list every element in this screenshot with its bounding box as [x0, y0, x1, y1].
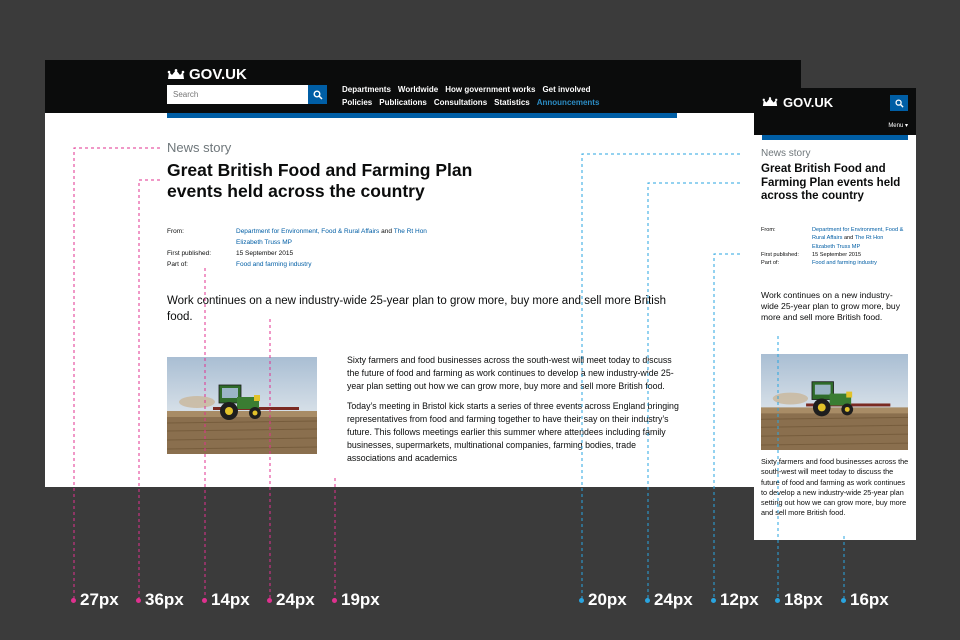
- size-label: 24px: [645, 590, 693, 610]
- search-button[interactable]: [890, 95, 908, 111]
- mobile-header: GOV.UK Menu ▾: [754, 88, 916, 135]
- size-label-text: 27px: [80, 590, 119, 609]
- main-nav: Departments Worldwide How government wor…: [342, 83, 599, 109]
- page-kicker: News story: [167, 140, 232, 155]
- search-button[interactable]: [308, 85, 327, 104]
- magenta-dot-icon: [202, 597, 207, 603]
- page-title: Great British Food and Farming Plan even…: [761, 163, 901, 202]
- nav-worldwide[interactable]: Worldwide: [398, 83, 438, 96]
- metadata: From: Department for Environment, Food &…: [761, 226, 904, 267]
- menu-button[interactable]: Menu ▾: [888, 122, 908, 129]
- logo-text: GOV.UK: [189, 66, 247, 83]
- meta-partof-link[interactable]: Food and farming industry: [236, 259, 312, 270]
- govuk-logo[interactable]: GOV.UK: [167, 66, 247, 83]
- cyan-dot-icon: [775, 597, 780, 603]
- header-blue-bar: [167, 113, 677, 118]
- size-label-text: 19px: [341, 590, 380, 609]
- crown-icon: [167, 68, 185, 81]
- meta-partof-link[interactable]: Food and farming industry: [812, 259, 877, 267]
- search-icon: [313, 90, 323, 100]
- nav-consultations[interactable]: Consultations: [434, 96, 487, 109]
- meta-partof-label: Part of:: [167, 261, 188, 268]
- nav-statistics[interactable]: Statistics: [494, 96, 530, 109]
- cyan-dot-icon: [711, 597, 716, 603]
- mobile-mockup: GOV.UK Menu ▾ News story Great British F…: [754, 88, 916, 540]
- size-label-text: 16px: [850, 590, 889, 609]
- meta-published-value: 15 September 2015: [812, 251, 862, 258]
- size-label-text: 24px: [654, 590, 693, 609]
- header-blue-bar: [762, 135, 908, 140]
- tractor-photo: [761, 354, 908, 450]
- nav-announcements[interactable]: Announcements: [537, 96, 600, 109]
- body-paragraph: Sixty farmers and food businesses across…: [761, 457, 909, 518]
- size-label-text: 20px: [588, 590, 627, 609]
- cyan-dot-icon: [579, 597, 584, 603]
- magenta-dot-icon: [71, 597, 76, 603]
- size-label-text: 14px: [211, 590, 250, 609]
- meta-published-label: First published:: [761, 251, 799, 258]
- magenta-dot-icon: [267, 597, 272, 603]
- size-label-text: 24px: [276, 590, 315, 609]
- logo-text: GOV.UK: [783, 95, 834, 110]
- size-label: 20px: [579, 590, 627, 610]
- metadata: From: Department for Environment, Food &…: [167, 226, 451, 270]
- lede: Work continues on a new industry-wide 25…: [761, 290, 901, 322]
- tractor-photo: [167, 357, 317, 454]
- size-label: 14px: [202, 590, 250, 610]
- size-label: 16px: [841, 590, 889, 610]
- cyan-dot-icon: [841, 597, 846, 603]
- size-label: 24px: [267, 590, 315, 610]
- size-label-text: 36px: [145, 590, 184, 609]
- meta-and: and: [843, 235, 854, 242]
- crown-icon: [762, 96, 780, 109]
- meta-published-value: 15 September 2015: [236, 250, 294, 257]
- search-box: [167, 85, 327, 104]
- size-label: 36px: [136, 590, 184, 610]
- cyan-dot-icon: [645, 597, 650, 603]
- body-paragraph: Sixty farmers and food businesses across…: [347, 355, 674, 391]
- nav-departments[interactable]: Departments: [342, 83, 391, 96]
- nav-publications[interactable]: Publications: [379, 96, 427, 109]
- magenta-dot-icon: [332, 597, 337, 603]
- size-label: 18px: [775, 590, 823, 610]
- size-label-text: 18px: [784, 590, 823, 609]
- size-labels: 27px 36px 14px 24px 19px 20px 24px 12px …: [0, 590, 960, 614]
- magenta-dot-icon: [136, 597, 141, 603]
- lede: Work continues on a new industry-wide 25…: [167, 295, 666, 323]
- page-kicker: News story: [761, 148, 811, 159]
- nav-how-government-works[interactable]: How government works: [445, 83, 535, 96]
- body-text: Sixty farmers and food businesses across…: [347, 354, 682, 472]
- desktop-header: GOV.UK Departments Worldwide How governm…: [45, 60, 801, 113]
- meta-partof-label: Part of:: [761, 260, 780, 267]
- desktop-mockup: GOV.UK Departments Worldwide How governm…: [45, 60, 801, 487]
- meta-published-label: First published:: [167, 250, 212, 257]
- search-input[interactable]: [167, 85, 308, 104]
- nav-policies[interactable]: Policies: [342, 96, 372, 109]
- size-label: 12px: [711, 590, 759, 610]
- size-label-text: 12px: [720, 590, 759, 609]
- search-icon: [894, 98, 904, 108]
- size-label: 19px: [332, 590, 380, 610]
- govuk-logo[interactable]: GOV.UK: [762, 95, 833, 110]
- meta-and: and: [381, 228, 392, 235]
- size-label: 27px: [71, 590, 119, 610]
- nav-get-involved[interactable]: Get involved: [542, 83, 590, 96]
- page-title: Great British Food and Farming Plan even…: [167, 160, 473, 201]
- meta-from-label: From:: [761, 227, 776, 233]
- meta-from-label: From:: [167, 228, 184, 235]
- meta-from-link-defra[interactable]: Department for Environment, Food & Rural…: [236, 228, 379, 235]
- body-paragraph: Today’s meeting in Bristol kick starts a…: [347, 401, 679, 463]
